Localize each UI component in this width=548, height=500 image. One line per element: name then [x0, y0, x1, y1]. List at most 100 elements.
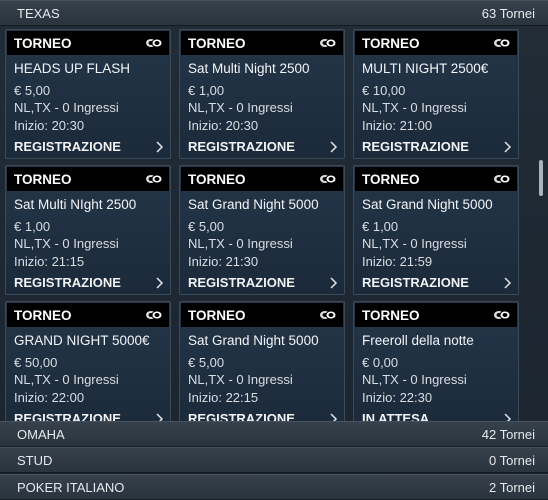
register-button[interactable]: REGISTRAZIONE — [14, 275, 164, 290]
card-start-time: Inizio: 21:30 — [188, 254, 259, 269]
tournament-grid: TORNEO HEADS UP FLASH € 5,00 NL,TX - 0 I… — [0, 26, 548, 421]
section-header-stud[interactable]: STUD 0 Tornei — [0, 447, 548, 473]
card-price: € 5,00 — [188, 219, 225, 234]
card-game-type: NL,TX - 0 Ingressi — [188, 236, 293, 251]
register-button[interactable]: REGISTRAZIONE — [188, 275, 338, 290]
chevron-right-icon — [504, 140, 512, 153]
register-button[interactable]: REGISTRAZIONE — [14, 411, 164, 421]
section-count: 63 Tornei — [481, 5, 535, 21]
card-title: MULTI NIGHT 2500€ — [362, 61, 489, 76]
card-game-type: NL,TX - 0 Ingressi — [362, 100, 467, 115]
register-button[interactable]: REGISTRAZIONE — [362, 275, 512, 290]
card-start-time: Inizio: 22:00 — [14, 390, 85, 405]
card-title: Sat Multi Night 2500 — [188, 61, 310, 76]
card-game-type: NL,TX - 0 Ingressi — [362, 372, 467, 387]
scrollbar-thumb[interactable] — [539, 160, 543, 196]
poker-chips-icon — [146, 38, 163, 48]
card-start-time: Inizio: 22:30 — [362, 390, 433, 405]
section-header-omaha[interactable]: OMAHA 42 Tornei — [0, 421, 548, 447]
card-game-type: NL,TX - 0 Ingressi — [14, 236, 119, 251]
chevron-right-icon — [330, 140, 338, 153]
card-start-time: Inizio: 20:30 — [14, 118, 85, 133]
register-button[interactable]: REGISTRAZIONE — [362, 139, 512, 154]
tournament-card[interactable]: TORNEO Sat Grand Night 5000 € 5,00 NL,TX… — [179, 301, 345, 421]
section-count: 2 Tornei — [488, 479, 535, 495]
chevron-right-icon — [156, 276, 164, 289]
card-start-time: Inizio: 20:30 — [188, 118, 259, 133]
card-header-label: TORNEO — [188, 307, 246, 323]
card-header: TORNEO — [7, 303, 169, 327]
card-header: TORNEO — [355, 31, 517, 55]
section-header-texas[interactable]: TEXAS 63 Tornei — [0, 0, 548, 26]
action-label: REGISTRAZIONE — [14, 275, 121, 290]
chevron-right-icon — [504, 412, 512, 421]
section-count: 42 Tornei — [481, 426, 535, 442]
card-header-label: TORNEO — [14, 35, 72, 51]
card-title: Freeroll della notte — [362, 333, 474, 348]
card-title: Sat Grand Night 5000 — [188, 333, 319, 348]
card-price: € 0,00 — [362, 355, 399, 370]
action-label: REGISTRAZIONE — [362, 139, 469, 154]
section-name: POKER ITALIANO — [17, 479, 125, 495]
register-button[interactable]: REGISTRAZIONE — [14, 139, 164, 154]
tournament-card[interactable]: TORNEO GRAND NIGHT 5000€ € 50,00 NL,TX -… — [5, 301, 171, 421]
action-label: REGISTRAZIONE — [188, 411, 295, 421]
waiting-button[interactable]: IN ATTESA — [362, 411, 512, 421]
card-header-label: TORNEO — [362, 35, 420, 51]
section-name: TEXAS — [17, 5, 60, 21]
tournament-card[interactable]: TORNEO MULTI NIGHT 2500€ € 10,00 NL,TX -… — [353, 29, 519, 159]
card-price: € 5,00 — [14, 83, 51, 98]
tournament-card[interactable]: TORNEO Sat Grand Night 5000 € 1,00 NL,TX… — [353, 165, 519, 295]
card-header-label: TORNEO — [188, 35, 246, 51]
card-game-type: NL,TX - 0 Ingressi — [188, 100, 293, 115]
section-name: STUD — [17, 452, 53, 468]
card-game-type: NL,TX - 0 Ingressi — [362, 236, 467, 251]
card-header: TORNEO — [355, 167, 517, 191]
card-header-label: TORNEO — [362, 307, 420, 323]
tournament-card[interactable]: TORNEO Sat Grand Night 5000 € 5,00 NL,TX… — [179, 165, 345, 295]
poker-chips-icon — [494, 174, 511, 184]
section-count: 0 Tornei — [488, 452, 535, 468]
card-header: TORNEO — [7, 31, 169, 55]
card-price: € 1,00 — [188, 83, 225, 98]
action-label: REGISTRAZIONE — [188, 275, 295, 290]
card-header: TORNEO — [355, 303, 517, 327]
card-header-label: TORNEO — [188, 171, 246, 187]
card-price: € 10,00 — [362, 83, 406, 98]
card-start-time: Inizio: 22:15 — [188, 390, 259, 405]
card-title: Sat Grand Night 5000 — [188, 197, 319, 212]
poker-chips-icon — [494, 38, 511, 48]
tournament-card[interactable]: TORNEO HEADS UP FLASH € 5,00 NL,TX - 0 I… — [5, 29, 171, 159]
card-price: € 5,00 — [188, 355, 225, 370]
card-title: HEADS UP FLASH — [14, 61, 131, 76]
card-header: TORNEO — [181, 167, 343, 191]
card-header-label: TORNEO — [362, 171, 420, 187]
card-game-type: NL,TX - 0 Ingressi — [14, 100, 119, 115]
action-label: REGISTRAZIONE — [14, 411, 121, 421]
poker-chips-icon — [494, 310, 511, 320]
card-game-type: NL,TX - 0 Ingressi — [14, 372, 119, 387]
chevron-right-icon — [330, 412, 338, 421]
card-start-time: Inizio: 21:59 — [362, 254, 433, 269]
action-label: REGISTRAZIONE — [362, 275, 469, 290]
card-start-time: Inizio: 21:15 — [14, 254, 85, 269]
tournament-card[interactable]: TORNEO Sat Multi NIght 2500 € 1,00 NL,TX… — [5, 165, 171, 295]
action-label: IN ATTESA — [362, 411, 430, 421]
poker-chips-icon — [320, 310, 337, 320]
card-start-time: Inizio: 21:00 — [362, 118, 433, 133]
poker-chips-icon — [320, 38, 337, 48]
card-price: € 1,00 — [362, 219, 399, 234]
chevron-right-icon — [156, 140, 164, 153]
card-title: GRAND NIGHT 5000€ — [14, 333, 150, 348]
register-button[interactable]: REGISTRAZIONE — [188, 139, 338, 154]
tournament-card[interactable]: TORNEO Freeroll della notte € 0,00 NL,TX… — [353, 301, 519, 421]
chevron-right-icon — [330, 276, 338, 289]
card-price: € 50,00 — [14, 355, 58, 370]
section-header-poker-italiano[interactable]: POKER ITALIANO 2 Tornei — [0, 474, 548, 500]
card-game-type: NL,TX - 0 Ingressi — [188, 372, 293, 387]
register-button[interactable]: REGISTRAZIONE — [188, 411, 338, 421]
tournament-card[interactable]: TORNEO Sat Multi Night 2500 € 1,00 NL,TX… — [179, 29, 345, 159]
section-name: OMAHA — [17, 426, 65, 442]
card-title: Sat Grand Night 5000 — [362, 197, 493, 212]
poker-chips-icon — [320, 174, 337, 184]
